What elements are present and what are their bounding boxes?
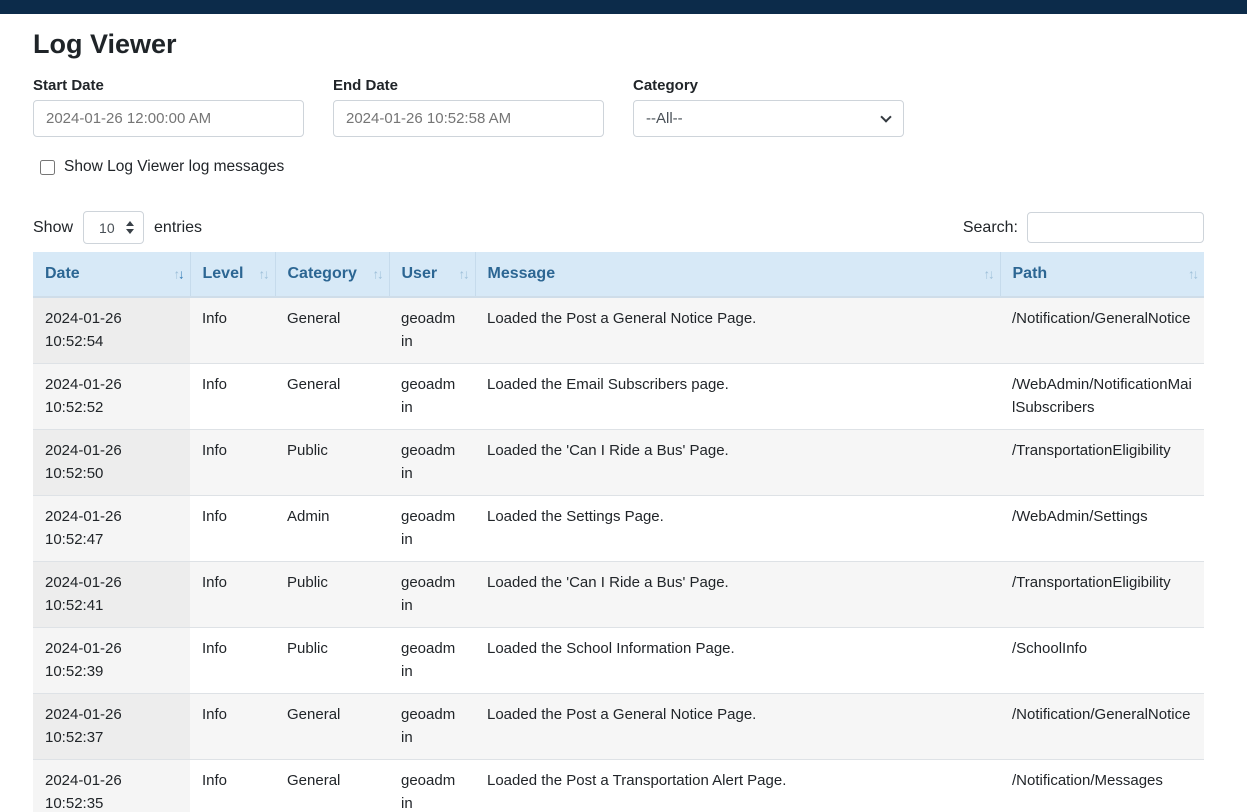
log-viewer-messages-option: Show Log Viewer log messages [40, 158, 1204, 176]
start-date-filter: Start Date [33, 77, 304, 137]
column-header-level[interactable]: Level ↑↓ [190, 252, 275, 297]
cell-user: geoadmin [389, 694, 475, 760]
show-label: Show [33, 219, 73, 237]
log-table-body: 2024-01-26 10:52:54 Info General geoadmi… [33, 297, 1204, 812]
log-table-header: Date ↑↓ Level ↑↓ Category ↑↓ User ↑↓ Mes… [33, 252, 1204, 297]
table-row: 2024-01-26 10:52:47 Info Admin geoadmin … [33, 496, 1204, 562]
cell-category: Admin [275, 496, 389, 562]
log-table: Date ↑↓ Level ↑↓ Category ↑↓ User ↑↓ Mes… [33, 252, 1204, 812]
cell-message: Loaded the School Information Page. [475, 628, 1000, 694]
cell-level: Info [190, 364, 275, 430]
search-control: Search: [963, 212, 1204, 243]
cell-category: General [275, 297, 389, 364]
cell-date: 2024-01-26 10:52:39 [33, 628, 190, 694]
cell-message: Loaded the Post a Transportation Alert P… [475, 760, 1000, 812]
cell-message: Loaded the Email Subscribers page. [475, 364, 1000, 430]
cell-date: 2024-01-26 10:52:52 [33, 364, 190, 430]
cell-user: geoadmin [389, 297, 475, 364]
show-log-viewer-messages-label: Show Log Viewer log messages [64, 158, 284, 176]
entries-label: entries [154, 219, 202, 237]
entries-select-value: 10 [99, 220, 115, 236]
cell-date: 2024-01-26 10:52:35 [33, 760, 190, 812]
cell-user: geoadmin [389, 364, 475, 430]
column-header-user[interactable]: User ↑↓ [389, 252, 475, 297]
sort-desc-icon: ↓ [988, 267, 993, 282]
show-log-viewer-messages-checkbox[interactable] [40, 160, 55, 175]
sort-desc-icon: ↓ [1193, 267, 1198, 282]
table-row: 2024-01-26 10:52:35 Info General geoadmi… [33, 760, 1204, 812]
cell-level: Info [190, 297, 275, 364]
category-filter: Category --All-- [633, 77, 904, 137]
table-row: 2024-01-26 10:52:41 Info Public geoadmin… [33, 562, 1204, 628]
page-title: Log Viewer [33, 29, 1204, 60]
cell-path: /TransportationEligibility [1000, 430, 1204, 496]
cell-category: Public [275, 562, 389, 628]
entries-select[interactable]: 10 [83, 211, 144, 244]
cell-category: General [275, 760, 389, 812]
cell-message: Loaded the 'Can I Ride a Bus' Page. [475, 430, 1000, 496]
cell-user: geoadmin [389, 628, 475, 694]
table-row: 2024-01-26 10:52:37 Info General geoadmi… [33, 694, 1204, 760]
search-label: Search: [963, 219, 1018, 237]
table-row: 2024-01-26 10:52:54 Info General geoadmi… [33, 297, 1204, 364]
cell-path: /TransportationEligibility [1000, 562, 1204, 628]
cell-user: geoadmin [389, 760, 475, 812]
cell-path: /WebAdmin/Settings [1000, 496, 1204, 562]
table-row: 2024-01-26 10:52:39 Info Public geoadmin… [33, 628, 1204, 694]
end-date-filter: End Date [333, 77, 604, 137]
table-row: 2024-01-26 10:52:50 Info Public geoadmin… [33, 430, 1204, 496]
log-viewer-page: Log Viewer Start Date End Date Category … [33, 29, 1204, 812]
cell-message: Loaded the 'Can I Ride a Bus' Page. [475, 562, 1000, 628]
cell-path: /WebAdmin/NotificationMailSubscribers [1000, 364, 1204, 430]
cell-level: Info [190, 562, 275, 628]
end-date-label: End Date [333, 77, 604, 94]
up-down-arrows-icon [126, 221, 134, 234]
sort-desc-icon: ↓ [263, 267, 268, 282]
cell-level: Info [190, 496, 275, 562]
cell-user: geoadmin [389, 496, 475, 562]
end-date-input[interactable] [333, 100, 604, 137]
start-date-input[interactable] [33, 100, 304, 137]
cell-date: 2024-01-26 10:52:41 [33, 562, 190, 628]
start-date-label: Start Date [33, 77, 304, 94]
cell-user: geoadmin [389, 562, 475, 628]
search-input[interactable] [1027, 212, 1204, 243]
cell-date: 2024-01-26 10:52:47 [33, 496, 190, 562]
cell-level: Info [190, 760, 275, 812]
cell-path: /Notification/GeneralNotice [1000, 297, 1204, 364]
cell-message: Loaded the Post a General Notice Page. [475, 694, 1000, 760]
sort-desc-icon: ↓ [377, 267, 382, 282]
cell-date: 2024-01-26 10:52:37 [33, 694, 190, 760]
column-header-message[interactable]: Message ↑↓ [475, 252, 1000, 297]
cell-message: Loaded the Post a General Notice Page. [475, 297, 1000, 364]
column-header-date[interactable]: Date ↑↓ [33, 252, 190, 297]
cell-category: General [275, 364, 389, 430]
sort-desc-icon: ↓ [463, 267, 468, 282]
table-row: 2024-01-26 10:52:52 Info General geoadmi… [33, 364, 1204, 430]
cell-path: /SchoolInfo [1000, 628, 1204, 694]
cell-level: Info [190, 430, 275, 496]
cell-path: /Notification/GeneralNotice [1000, 694, 1204, 760]
cell-level: Info [190, 628, 275, 694]
sort-desc-icon: ↓ [178, 267, 183, 282]
table-controls: Show 10 entries Search: [33, 211, 1204, 244]
category-label: Category [633, 77, 904, 94]
cell-date: 2024-01-26 10:52:50 [33, 430, 190, 496]
cell-user: geoadmin [389, 430, 475, 496]
cell-category: General [275, 694, 389, 760]
cell-message: Loaded the Settings Page. [475, 496, 1000, 562]
column-header-path[interactable]: Path ↑↓ [1000, 252, 1204, 297]
top-navigation-bar [0, 0, 1247, 14]
cell-category: Public [275, 628, 389, 694]
category-select[interactable]: --All-- [633, 100, 904, 137]
cell-category: Public [275, 430, 389, 496]
page-length-control: Show 10 entries [33, 211, 202, 244]
cell-path: /Notification/Messages [1000, 760, 1204, 812]
cell-level: Info [190, 694, 275, 760]
cell-date: 2024-01-26 10:52:54 [33, 297, 190, 364]
filter-bar: Start Date End Date Category --All-- [33, 77, 1204, 137]
column-header-category[interactable]: Category ↑↓ [275, 252, 389, 297]
